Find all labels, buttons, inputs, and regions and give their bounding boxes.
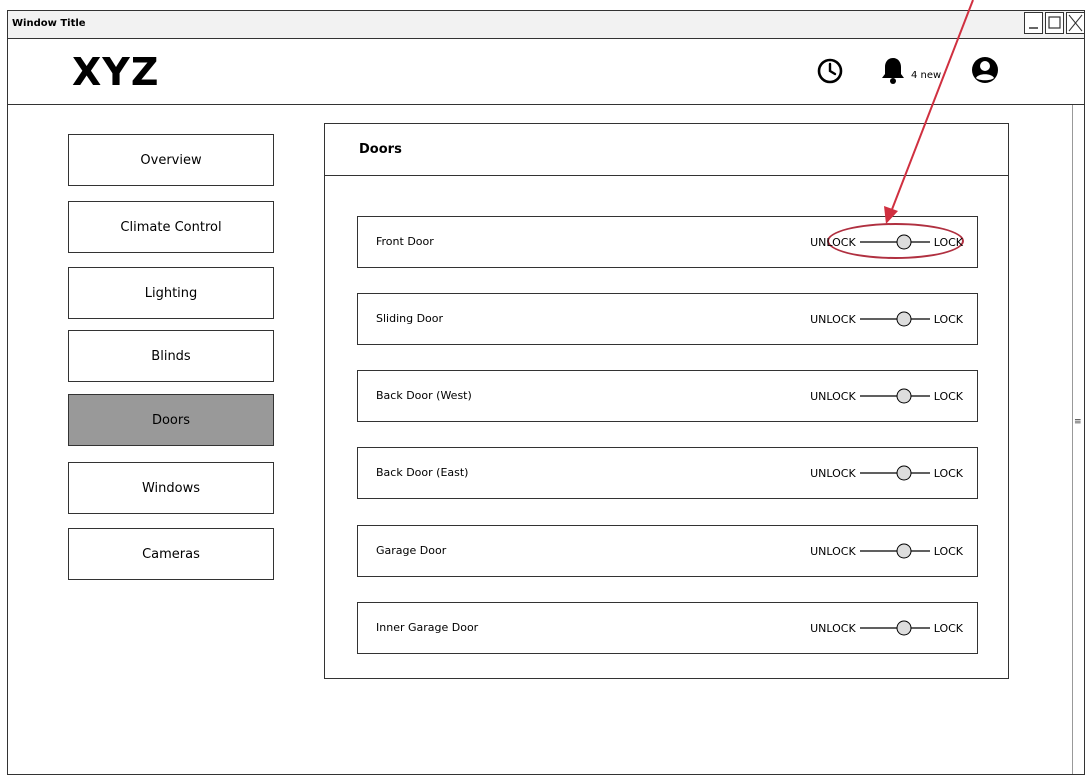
lock-toggle[interactable]: UNLOCK LOCK bbox=[810, 542, 963, 560]
door-name: Front Door bbox=[376, 235, 434, 248]
sidebar-item-overview[interactable]: Overview bbox=[68, 134, 274, 186]
toggle-slider[interactable] bbox=[859, 310, 930, 328]
sidebar-item-label: Windows bbox=[141, 480, 201, 496]
sidebar-item-climate-control[interactable]: Climate Control bbox=[68, 201, 274, 253]
toggle-slider[interactable] bbox=[859, 619, 930, 637]
door-name: Sliding Door bbox=[376, 312, 444, 325]
door-name: Back Door (West) bbox=[376, 389, 472, 402]
lock-toggle[interactable]: UNLOCK LOCK bbox=[810, 387, 963, 405]
door-row-back-door-west: Back Door (West) UNLOCK LOCK bbox=[357, 370, 978, 422]
sidebar-item-label: Cameras bbox=[142, 546, 200, 562]
sidebar-item-label: Doors bbox=[151, 412, 191, 428]
door-row-inner-garage-door: Inner Garage Door UNLOCK LOCK bbox=[357, 602, 978, 654]
sidebar-item-label: Blinds bbox=[151, 348, 191, 364]
lock-toggle[interactable]: UNLOCK LOCK bbox=[810, 233, 963, 251]
sidebar-item-windows[interactable]: Windows bbox=[68, 462, 274, 514]
unlock-label: UNLOCK bbox=[810, 544, 856, 558]
window-controls bbox=[1022, 12, 1085, 34]
lock-label: LOCK bbox=[933, 621, 963, 635]
bell-icon[interactable] bbox=[880, 56, 906, 86]
door-row-sliding-door: Sliding Door UNLOCK LOCK bbox=[357, 293, 978, 345]
sidebar-item-label: Climate Control bbox=[120, 219, 222, 235]
app-header: XYZ 4 new bbox=[8, 39, 1084, 105]
minimize-icon[interactable] bbox=[1024, 12, 1043, 34]
door-name: Back Door (East) bbox=[376, 466, 469, 479]
clock-icon[interactable] bbox=[816, 57, 844, 85]
unlock-label: UNLOCK bbox=[810, 621, 856, 635]
user-icon[interactable] bbox=[970, 55, 1000, 85]
logo: XYZ bbox=[72, 50, 160, 94]
door-row-garage-door: Garage Door UNLOCK LOCK bbox=[357, 525, 978, 577]
notification-count: 4 new bbox=[911, 70, 942, 81]
window-title: Window Title bbox=[12, 18, 86, 29]
unlock-label: UNLOCK bbox=[810, 235, 856, 249]
close-icon[interactable] bbox=[1066, 12, 1085, 34]
scrollbar-grip[interactable]: ≡ bbox=[1074, 417, 1082, 427]
lock-toggle[interactable]: UNLOCK LOCK bbox=[810, 464, 963, 482]
lock-label: LOCK bbox=[933, 389, 963, 403]
unlock-label: UNLOCK bbox=[810, 466, 856, 480]
toggle-slider[interactable] bbox=[859, 233, 930, 251]
sidebar-item-label: Lighting bbox=[144, 285, 198, 301]
door-name: Inner Garage Door bbox=[376, 621, 479, 634]
unlock-label: UNLOCK bbox=[810, 312, 856, 326]
scrollbar[interactable]: ≡ bbox=[1072, 105, 1084, 774]
sidebar-item-cameras[interactable]: Cameras bbox=[68, 528, 274, 580]
sidebar-item-blinds[interactable]: Blinds bbox=[68, 330, 274, 382]
title-bar: Window Title bbox=[8, 11, 1085, 39]
panel-header: Doors bbox=[325, 124, 1008, 176]
lock-label: LOCK bbox=[933, 544, 963, 558]
lock-toggle[interactable]: UNLOCK LOCK bbox=[810, 619, 963, 637]
unlock-label: UNLOCK bbox=[810, 389, 856, 403]
door-row-back-door-east: Back Door (East) UNLOCK LOCK bbox=[357, 447, 978, 499]
toggle-slider[interactable] bbox=[859, 387, 930, 405]
lock-label: LOCK bbox=[933, 466, 963, 480]
doors-panel: Doors Front Door UNLOCK LOCK Sliding Doo… bbox=[324, 123, 1009, 679]
lock-label: LOCK bbox=[933, 312, 963, 326]
maximize-icon[interactable] bbox=[1045, 12, 1064, 34]
sidebar-item-doors[interactable]: Doors bbox=[68, 394, 274, 446]
lock-label: LOCK bbox=[933, 235, 963, 249]
toggle-slider[interactable] bbox=[859, 542, 930, 560]
toggle-slider[interactable] bbox=[859, 464, 930, 482]
sidebar-item-lighting[interactable]: Lighting bbox=[68, 267, 274, 319]
panel-title: Doors bbox=[359, 142, 402, 157]
lock-toggle[interactable]: UNLOCK LOCK bbox=[810, 310, 963, 328]
door-name: Garage Door bbox=[376, 544, 447, 557]
door-row-front-door: Front Door UNLOCK LOCK bbox=[357, 216, 978, 268]
sidebar-item-label: Overview bbox=[140, 152, 202, 168]
